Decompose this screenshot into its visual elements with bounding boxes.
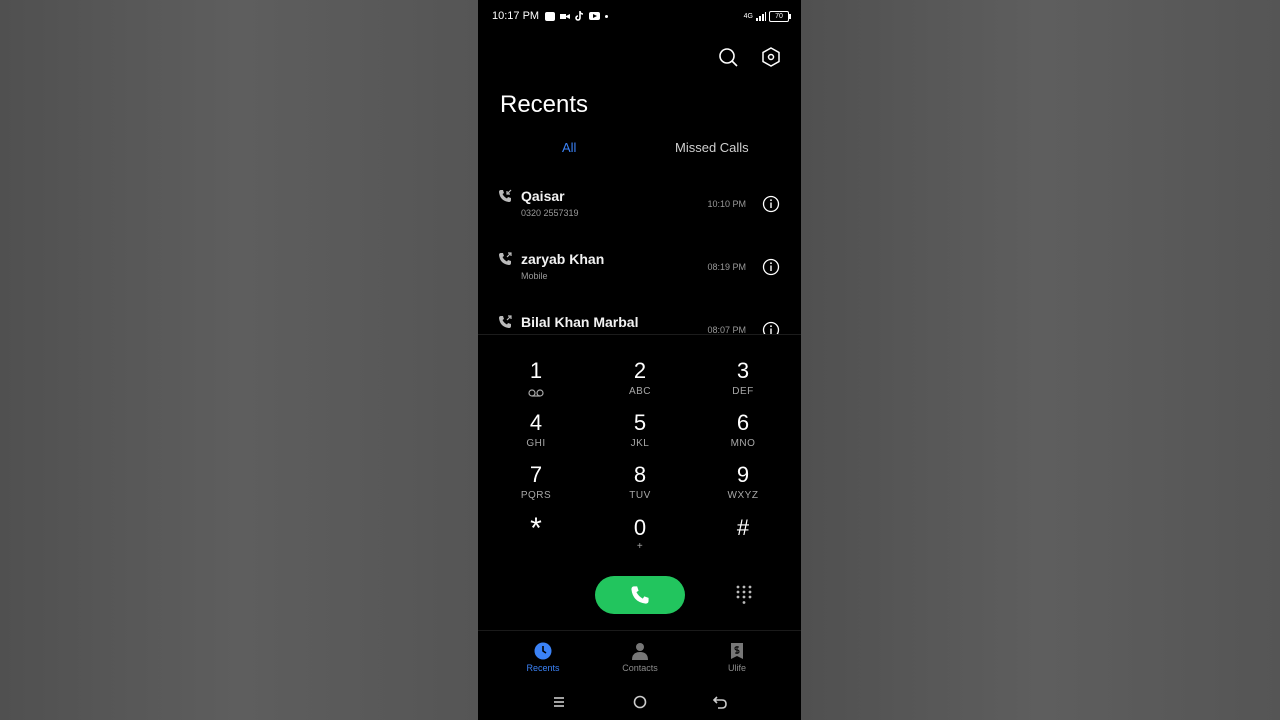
call-list-item[interactable]: zaryab Khan Mobile 08:19 PM [478,239,801,302]
key-6[interactable]: 6 MNO [703,410,783,449]
key-1[interactable]: 1 [496,358,576,402]
key-4[interactable]: 4 GHI [496,410,576,449]
nav-label: Ulife [727,663,746,673]
key-digit: # [736,515,750,540]
ulife-icon [731,643,743,659]
outgoing-call-icon [499,315,512,328]
key-9[interactable]: 9 WXYZ [703,462,783,501]
call-time: 08:19 PM [707,262,746,272]
v-app-icon [545,11,556,21]
key-digit: 3 [736,358,750,383]
phone-icon [631,586,649,604]
key-digit: 6 [736,410,750,435]
key-letters: JKL [630,438,650,449]
incoming-call-icon [499,189,512,202]
status-right: 4G 70 [743,10,791,22]
status-bar: 10:17 PM 4G 70 [492,9,791,23]
key-letters: ABC [628,386,652,397]
nav-label: Contacts [622,663,658,673]
call-time: 10:10 PM [707,199,746,209]
search-icon[interactable] [717,46,739,68]
tab-all[interactable]: All [562,140,576,155]
nav-ulife[interactable]: Ulife [702,642,772,673]
nav-divider [478,630,801,631]
key-2[interactable]: 2 ABC [600,358,680,397]
key-letters: WXYZ [727,490,759,501]
nav-label: Recents [526,663,560,673]
key-hash[interactable]: # [703,515,783,541]
contact-label: Mobile [521,271,548,281]
outgoing-call-icon [499,252,512,265]
key-star[interactable]: * [496,512,576,545]
voicemail-icon [528,389,544,397]
dialpad-icon[interactable] [734,584,754,606]
key-digit: 0 [633,515,647,540]
contact-name: Qaisar [521,188,565,204]
battery-icon: 70 [769,10,791,22]
contact-name: zaryab Khan [521,251,605,267]
call-list-item[interactable]: Qaisar 0320 2557319 10:10 PM [478,176,801,239]
key-digit: 7 [529,462,543,487]
key-letters: PQRS [520,490,552,501]
key-digit: 1 [529,358,543,383]
key-digit: 2 [633,358,647,383]
network-type: 4G [743,12,753,20]
settings-icon[interactable] [760,46,782,68]
key-0[interactable]: 0 + [600,515,680,552]
key-digit: 8 [633,462,647,487]
key-digit: * [530,512,542,545]
key-digit: 4 [529,410,543,435]
tab-missed-calls[interactable]: Missed Calls [675,140,749,155]
call-time: 08:07 PM [707,325,746,334]
key-letters: + [636,541,644,552]
background-left [0,0,478,720]
status-time: 10:17 PM [492,10,540,22]
notification-icons [545,11,609,21]
tiktok-icon [575,11,584,21]
menu-icon[interactable] [551,694,567,710]
key-letters: TUV [629,490,651,501]
person-icon [632,643,648,660]
camera-icon [560,13,571,19]
signal-icon [756,11,766,21]
more-notifications-dot [605,14,609,18]
back-icon[interactable] [712,694,728,710]
home-icon[interactable] [632,694,648,710]
nav-contacts[interactable]: Contacts [605,642,675,673]
youtube-icon [589,12,601,20]
key-8[interactable]: 8 TUV [600,462,680,501]
contact-name: Bilal Khan Marbal [521,314,639,330]
page-title: Recents [500,91,589,118]
nav-recents[interactable]: Recents [508,642,578,673]
key-7[interactable]: 7 PQRS [496,462,576,501]
key-digit: 5 [633,410,647,435]
key-letters: GHI [526,438,546,449]
info-icon[interactable] [762,258,780,276]
key-letters: MNO [730,438,756,449]
call-list-item[interactable]: Bilal Khan Marbal 08:07 PM [478,302,801,334]
phone-screen: 10:17 PM 4G 70 Recents All Missed Calls [478,0,801,720]
contact-number: 0320 2557319 [521,208,579,218]
info-icon[interactable] [762,321,780,334]
key-5[interactable]: 5 JKL [600,410,680,449]
list-divider [478,334,801,335]
background-right [801,0,1280,720]
key-digit: 9 [736,462,750,487]
call-button[interactable] [595,576,685,614]
info-icon[interactable] [762,195,780,213]
clock-icon [534,642,552,660]
call-list: Qaisar 0320 2557319 10:10 PM zaryab Khan… [478,176,801,334]
key-letters: DEF [732,386,754,397]
key-3[interactable]: 3 DEF [703,358,783,397]
